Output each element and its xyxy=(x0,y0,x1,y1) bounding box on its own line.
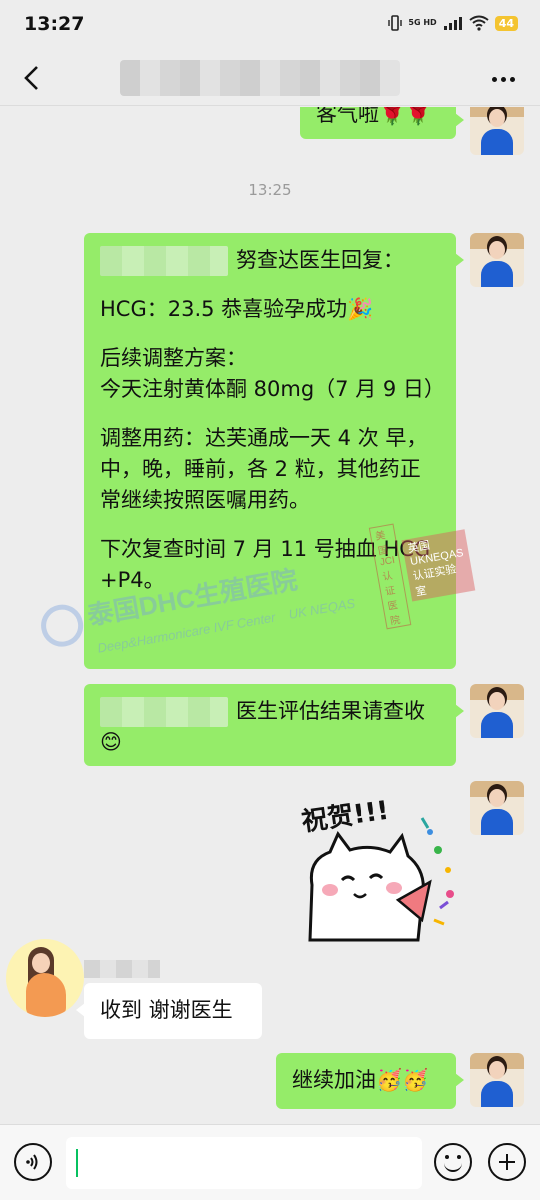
more-dots-icon xyxy=(491,76,497,82)
sticker-congrats[interactable]: 祝贺!!! xyxy=(290,790,460,945)
emoji-button[interactable] xyxy=(434,1143,472,1181)
message-timestamp: 13:25 xyxy=(248,181,292,199)
avatar-self[interactable] xyxy=(470,684,524,738)
message-bubble-self[interactable]: 客气啦🌹🌹 xyxy=(300,107,464,139)
watermark-badge-lab: 英国UKNEQAS认证实验室 xyxy=(401,529,476,602)
message-text: 努查达医生回复： xyxy=(236,248,404,272)
sticker-text: 祝贺!!! xyxy=(300,796,391,838)
message-text: 调整用药：达芙通成一天 4 次 早，中，晚，睡前，各 2 粒，其他药正常继续按照… xyxy=(100,426,428,512)
back-chevron-icon xyxy=(24,66,38,90)
avatar-contact[interactable] xyxy=(6,939,84,1017)
mention-blurred xyxy=(100,246,228,276)
message-text: 继续加油🥳🥳 xyxy=(292,1068,429,1092)
message-input[interactable] xyxy=(66,1137,422,1189)
battery-badge: 44 xyxy=(494,15,518,31)
hospital-logo-icon xyxy=(37,601,87,650)
network-label: 5G HD xyxy=(408,18,437,27)
sender-name-blurred xyxy=(84,960,160,978)
avatar-self[interactable] xyxy=(470,781,524,835)
vibrate-icon xyxy=(388,15,403,31)
message-text: 收到 谢谢医生 xyxy=(100,998,233,1022)
status-bar: 13:27 5G HD 44 xyxy=(0,0,540,50)
chat-header xyxy=(0,50,540,106)
status-icons: 5G HD 44 xyxy=(388,15,518,31)
mention-blurred xyxy=(100,697,228,727)
voice-wave-icon xyxy=(26,1154,38,1170)
chat-message-list[interactable]: 客气啦🌹🌹 13:25 努查达医生回复： HCG：23.5 恭喜验孕成功🎉 后续… xyxy=(0,107,540,1124)
back-button[interactable] xyxy=(14,60,50,96)
message-bubble-self[interactable]: 继续加油🥳🥳 xyxy=(276,1053,464,1109)
status-time: 13:27 xyxy=(24,13,85,35)
wifi-icon xyxy=(469,15,489,31)
avatar-self[interactable] xyxy=(470,1053,524,1107)
more-actions-button[interactable] xyxy=(488,1143,526,1181)
message-bubble-self[interactable]: 医生评估结果请查收😊 xyxy=(84,684,464,766)
text-caret xyxy=(76,1149,78,1177)
message-bubble-contact[interactable]: 收到 谢谢医生 xyxy=(76,983,262,1039)
cat-sticker-icon: 祝贺!!! xyxy=(300,796,454,942)
message-text: 客气啦🌹🌹 xyxy=(316,107,432,126)
avatar-self[interactable] xyxy=(470,107,524,155)
signal-icon xyxy=(443,17,462,30)
message-text: HCG：23.5 恭喜验孕成功🎉 xyxy=(100,297,374,321)
more-button[interactable] xyxy=(488,64,518,94)
voice-button[interactable] xyxy=(14,1143,52,1181)
message-input-bar xyxy=(0,1124,540,1200)
chat-title-blurred xyxy=(120,60,400,96)
message-text: 后续调整方案： 今天注射黄体酮 80mg（7 月 9 日） xyxy=(100,346,445,401)
avatar-self[interactable] xyxy=(470,233,524,287)
